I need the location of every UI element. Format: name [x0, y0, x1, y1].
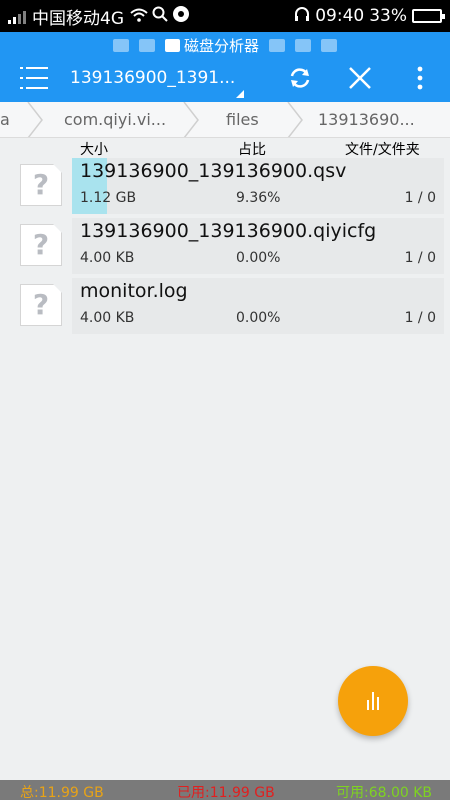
more-vert-icon — [417, 66, 423, 90]
chat-icon[interactable] — [269, 38, 285, 52]
top-dock: 磁盘分析器 — [0, 34, 450, 56]
file-count: 1 / 0 — [404, 250, 436, 266]
file-row[interactable]: ? 139136900_139136900.qsv 1.12 GB 9.36% … — [0, 158, 450, 214]
file-row-body[interactable]: 139136900_139136900.qsv 1.12 GB 9.36% 1 … — [72, 158, 444, 214]
battery-percent: 33% — [369, 6, 407, 26]
breadcrumb-item[interactable]: files — [226, 102, 259, 137]
unknown-file-icon: ? — [20, 164, 62, 206]
file-share: 0.00% — [236, 250, 281, 266]
storage-footer: 总:11.99 GB 已用:11.99 GB 可用:68.00 KB — [0, 780, 450, 800]
search-icon — [152, 6, 168, 26]
close-button[interactable] — [342, 60, 378, 96]
file-row-body[interactable]: monitor.log 4.00 KB 0.00% 1 / 0 — [72, 278, 444, 334]
file-share: 9.36% — [236, 190, 281, 206]
breadcrumb: a com.qiyi.vi... files 13913690... — [0, 102, 450, 138]
unknown-file-icon: ? — [20, 224, 62, 266]
file-share: 0.00% — [236, 310, 281, 326]
file-name: monitor.log — [80, 280, 188, 302]
column-files[interactable]: 文件/文件夹 — [345, 139, 420, 159]
column-share[interactable]: 占比 — [238, 139, 266, 159]
analyze-fab-button[interactable] — [338, 666, 408, 736]
file-name: 139136900_139136900.qiyicfg — [80, 220, 377, 242]
free-storage: 可用:68.00 KB — [336, 785, 433, 800]
monitor-icon[interactable] — [321, 38, 337, 52]
message-icon[interactable] — [138, 38, 155, 52]
unknown-file-icon: ? — [20, 284, 62, 326]
signal-icon — [8, 8, 26, 24]
breadcrumb-separator-icon — [27, 102, 43, 137]
used-storage: 已用:11.99 GB — [177, 785, 275, 800]
carrier-label: 中国移动4G — [32, 8, 124, 29]
column-size[interactable]: 大小 — [80, 139, 108, 159]
clock: 09:40 — [315, 6, 365, 26]
notification-app-icon — [172, 5, 190, 27]
battery-icon — [412, 9, 445, 23]
breadcrumb-item[interactable]: a — [0, 102, 10, 137]
refresh-icon — [290, 68, 310, 88]
menu-button[interactable] — [20, 67, 54, 89]
total-storage: 总:11.99 GB — [20, 785, 104, 800]
app-bar: 磁盘分析器 139136900_1391... — [0, 32, 450, 102]
bar-chart-icon — [367, 692, 379, 710]
dropdown-corner-icon — [236, 90, 244, 98]
disk-analyzer-logo-icon — [164, 38, 180, 52]
menu-icon — [20, 67, 48, 69]
app-title-text: 磁盘分析器 — [183, 36, 259, 55]
file-row-body[interactable]: 139136900_139136900.qiyicfg 4.00 KB 0.00… — [72, 218, 444, 274]
print-icon[interactable] — [295, 38, 311, 52]
file-size: 4.00 KB — [80, 310, 135, 326]
breadcrumb-separator-icon — [183, 102, 199, 137]
home-icon[interactable] — [112, 38, 129, 52]
file-size: 4.00 KB — [80, 250, 135, 266]
file-row[interactable]: ? 139136900_139136900.qiyicfg 4.00 KB 0.… — [0, 218, 450, 274]
breadcrumb-item[interactable]: 13913690... — [318, 102, 415, 137]
refresh-button[interactable] — [282, 60, 318, 96]
headphones-icon — [294, 6, 310, 27]
more-options-button[interactable] — [402, 60, 438, 96]
file-size: 1.12 GB — [80, 190, 137, 206]
file-count: 1 / 0 — [404, 310, 436, 326]
app-title: 磁盘分析器 — [164, 35, 259, 56]
file-count: 1 / 0 — [404, 190, 436, 206]
close-icon — [349, 67, 371, 89]
status-bar: 中国移动4G 09:40 33% — [0, 0, 450, 32]
path-dropdown[interactable]: 139136900_1391... — [70, 68, 244, 98]
file-name: 139136900_139136900.qsv — [80, 160, 347, 182]
file-row[interactable]: ? monitor.log 4.00 KB 0.00% 1 / 0 — [0, 278, 450, 334]
current-path-label: 139136900_1391... — [70, 68, 236, 88]
breadcrumb-item[interactable]: com.qiyi.vi... — [64, 102, 166, 137]
column-header: 大小 占比 文件/文件夹 — [0, 138, 450, 158]
wifi-icon — [130, 7, 148, 26]
breadcrumb-separator-icon — [287, 102, 303, 137]
